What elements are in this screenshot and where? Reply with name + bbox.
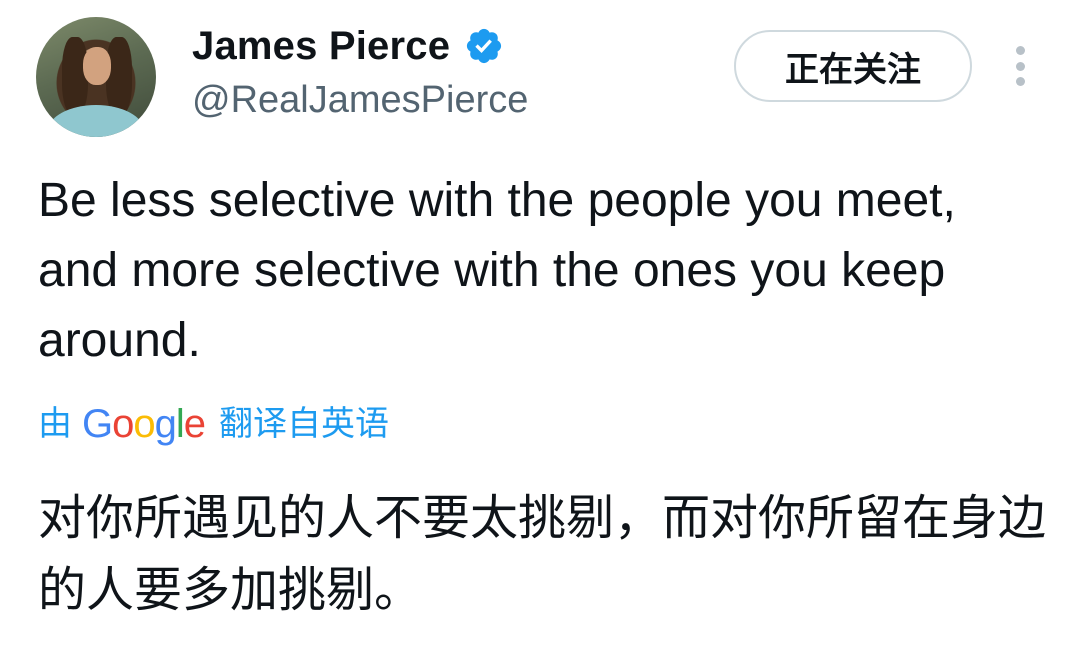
more-vertical-icon[interactable] [1000, 42, 1040, 90]
translation-suffix: 翻译自英语 [219, 404, 390, 444]
author-name-row: James Pierce [192, 22, 504, 70]
translation-prefix: 由 [38, 404, 72, 444]
following-button[interactable]: 正在关注 [734, 30, 972, 102]
google-logo-letter: e [183, 402, 206, 446]
google-logo-letter: G [82, 402, 113, 446]
google-logo-letter: o [112, 402, 134, 446]
more-dot [1015, 61, 1025, 71]
translation-attribution[interactable]: 由 Google 翻译自英语 [38, 400, 389, 448]
avatar-hair-right [106, 37, 132, 115]
google-logo: Google [82, 400, 206, 448]
avatar-shirt [48, 105, 144, 137]
google-logo-letter: l [175, 402, 185, 446]
avatar-face [83, 47, 111, 85]
verified-badge-icon [467, 28, 502, 64]
google-logo-letter: g [154, 402, 177, 446]
tweet-card: James Pierce @RealJamesPierce 正在关注 Be le… [0, 0, 1080, 666]
google-logo-letter: o [133, 402, 155, 446]
author-display-name[interactable]: James Pierce [192, 22, 450, 70]
author-handle[interactable]: @RealJamesPierce [192, 76, 528, 124]
tweet-text: Be less selective with the people you me… [38, 174, 956, 367]
translated-tweet-text: 对你所遇见的人不要太挑剔，而对你所留在身边的人要多加挑剔。 [38, 490, 1047, 618]
avatar[interactable] [36, 17, 156, 137]
more-dot [1015, 77, 1025, 86]
more-dot [1015, 46, 1025, 55]
